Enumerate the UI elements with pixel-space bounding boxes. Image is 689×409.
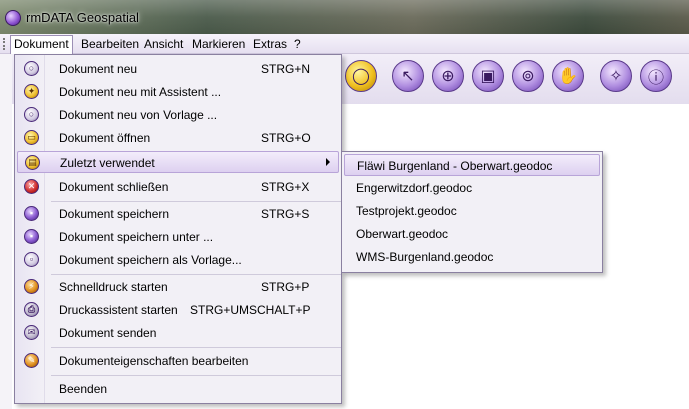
recent-file-label: Engerwitzdorf.geodoc [356,181,473,195]
menu-separator [51,201,341,202]
menu-separator [51,347,341,348]
shortcut-label: STRG+S [261,207,310,221]
recent-files-submenu: Fläwi Burgenland - Oberwart.geodoc Enger… [341,151,603,273]
menu-item-druckassistent[interactable]: ⎙ Druckassistent starten STRG+UMSCHALT+P [17,299,339,321]
menu-help[interactable]: ? [291,37,304,51]
menu-item-label: Beenden [59,382,108,396]
save-as-icon: ▪ [24,229,39,244]
menu-item-dokument-neu-assistent[interactable]: ✦ Dokument neu mit Assistent ... [17,81,339,103]
menu-item-label: Dokument neu mit Assistent ... [59,85,222,99]
menu-item-label: Dokument speichern als Vorlage... [59,253,242,267]
shortcut-label: STRG+UMSCHALT+P [190,303,311,317]
menu-item-dokument-oeffnen[interactable]: ▭ Dokument öffnen STRG+O [17,127,339,149]
recent-icon: ▤ [25,155,40,170]
left-toolbar-edge [0,54,12,409]
save-template-icon: ▫ [24,252,39,267]
menubar-grip[interactable] [3,38,5,50]
menu-item-dokument-schliessen[interactable]: ✕ Dokument schließen STRG+X [17,176,339,198]
shortcut-label: STRG+X [261,180,310,194]
wizard-icon: ✦ [24,84,39,99]
menu-item-dokument-neu[interactable]: ○ Dokument neu STRG+N [17,58,339,80]
quick-print-icon: ⚡ [24,279,39,294]
menu-item-dokument-speichern[interactable]: ▪ Dokument speichern STRG+S [17,203,339,225]
menu-item-dokument-speichern-unter[interactable]: ▪ Dokument speichern unter ... [17,226,339,248]
menu-bar: Dokument Bearbeiten Ansicht Markieren Ex… [0,34,689,54]
zoom-window-icon[interactable]: ▣ [472,60,504,92]
menu-item-schnelldruck[interactable]: ⚡ Schnelldruck starten STRG+P [17,276,339,298]
menu-dokument[interactable]: Dokument [10,35,73,54]
menu-separator [51,375,341,376]
recent-file-item[interactable]: WMS-Burgenland.geodoc [344,246,600,268]
menu-item-label: Dokument senden [59,326,157,340]
send-icon: ✉ [24,325,39,340]
menu-separator [51,274,341,275]
menu-item-label: Dokument öffnen [59,131,151,145]
menu-ansicht[interactable]: Ansicht [141,37,186,51]
app-icon[interactable] [5,10,21,26]
dokument-menu: ○ Dokument neu STRG+N ✦ Dokument neu mit… [14,54,342,404]
menu-item-dokument-speichern-vorlage[interactable]: ▫ Dokument speichern als Vorlage... [17,249,339,271]
new-document-icon: ○ [24,61,39,76]
menu-extras[interactable]: Extras [250,37,290,51]
menu-item-label: Dokument neu [59,62,138,76]
window-title: rmDATA Geospatial [26,10,139,25]
shortcut-label: STRG+O [261,131,311,145]
recent-file-label: Fläwi Burgenland - Oberwart.geodoc [357,159,553,173]
menu-item-dokument-senden[interactable]: ✉ Dokument senden [17,322,339,344]
menu-item-zuletzt-verwendet[interactable]: ▤ Zuletzt verwendet [17,151,339,173]
recent-file-label: WMS-Burgenland.geodoc [356,250,494,264]
shortcut-label: STRG+P [261,280,310,294]
menu-item-beenden[interactable]: Beenden [17,378,339,400]
menu-item-label: Dokument schließen [59,180,169,194]
properties-icon: ✎ [24,353,39,368]
print-wizard-icon: ⎙ [24,302,39,317]
magic-wand-icon[interactable]: ✧ [600,60,632,92]
pan-hand-icon[interactable]: ✋ [552,60,584,92]
menu-item-label: Zuletzt verwendet [60,156,155,170]
zoom-plus-icon[interactable]: ⊚ [512,60,544,92]
circle-icon[interactable]: ◯ [345,60,377,92]
menu-item-label: Schnelldruck starten [59,280,168,294]
title-bar: rmDATA Geospatial [0,0,689,34]
open-folder-icon: ▭ [24,130,39,145]
zoom-in-icon[interactable]: ⊕ [432,60,464,92]
menu-item-dokument-neu-vorlage[interactable]: ○ Dokument neu von Vorlage ... [17,104,339,126]
shortcut-label: STRG+N [261,62,311,76]
recent-file-item[interactable]: Oberwart.geodoc [344,223,600,245]
select-arrow-icon[interactable]: ↖ [392,60,424,92]
recent-file-item[interactable]: Fläwi Burgenland - Oberwart.geodoc [344,154,600,176]
menu-markieren[interactable]: Markieren [189,37,248,51]
template-icon: ○ [24,107,39,122]
menu-item-label: Dokument neu von Vorlage ... [59,108,218,122]
menu-bearbeiten[interactable]: Bearbeiten [78,37,142,51]
menu-item-label: Druckassistent starten [59,303,178,317]
menu-item-label: Dokument speichern [59,207,170,221]
menu-item-label: Dokument speichern unter ... [59,230,214,244]
close-document-icon: ✕ [24,179,39,194]
info-icon[interactable]: ⓘ [640,60,672,92]
recent-file-item[interactable]: Engerwitzdorf.geodoc [344,177,600,199]
recent-file-item[interactable]: Testprojekt.geodoc [344,200,600,222]
menu-item-label: Dokumenteigenschaften bearbeiten [59,354,249,368]
recent-file-label: Testprojekt.geodoc [356,204,457,218]
save-icon: ▪ [24,206,39,221]
submenu-arrow-icon [326,158,330,166]
recent-file-label: Oberwart.geodoc [356,227,449,241]
menu-item-dokumenteigenschaften[interactable]: ✎ Dokumenteigenschaften bearbeiten [17,350,339,372]
